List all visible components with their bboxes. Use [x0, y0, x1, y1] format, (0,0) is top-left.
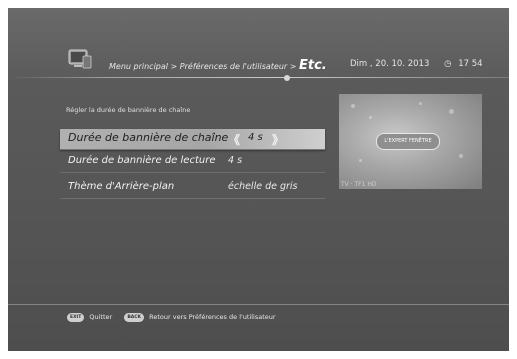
preview-caption: TV · TF1 HD — [341, 181, 377, 188]
setting-label: Durée de bannière de chaîne — [68, 131, 229, 144]
clock-icon: ◷ — [444, 59, 452, 69]
tv-icon — [68, 49, 92, 69]
footer-divider — [8, 304, 509, 305]
date-time: Dim , 20. 10. 2013 ◷ 17 54 — [350, 59, 483, 69]
setting-value: 4 s — [248, 132, 263, 143]
setting-value: 4 s — [228, 155, 243, 166]
header-divider — [8, 77, 509, 78]
setting-row-channel-banner[interactable]: Durée de bannière de chaîne 《 4 s 》 — [60, 129, 325, 150]
time-text: 17 54 — [458, 59, 483, 69]
setting-label: Thème d'Arrière-plan — [68, 181, 175, 192]
chevron-right-icon[interactable]: 》 — [272, 131, 284, 148]
video-preview: L'EXPERT FENÊTRE TV · TF1 HD — [339, 94, 482, 189]
preview-drop — [419, 102, 422, 105]
date-text: Dim , 20. 10. 2013 — [350, 59, 430, 69]
exit-key-icon[interactable]: EXIT — [67, 313, 85, 322]
preview-drop — [449, 109, 454, 114]
tv-screen: Menu principal > Préférences de l'utilis… — [8, 8, 509, 351]
back-key-icon[interactable]: BACK — [124, 313, 145, 322]
footer: EXIT Quitter BACK Retour vers Préférence… — [67, 313, 276, 322]
breadcrumb-path: Menu principal > Préférences de l'utilis… — [109, 62, 297, 71]
back-label: Retour vers Préférences de l'utilisateur — [149, 313, 276, 321]
setting-label: Durée de bannière de lecture — [68, 155, 216, 166]
preview-drop — [459, 154, 463, 158]
breadcrumb-current: Etc. — [299, 58, 327, 73]
preview-drop — [351, 104, 355, 108]
breadcrumb-marker — [284, 75, 290, 81]
section-title: Régler la durée de bannière de chaîne — [66, 106, 191, 114]
breadcrumb: Menu principal > Préférences de l'utilis… — [109, 58, 327, 73]
header: Menu principal > Préférences de l'utilis… — [8, 8, 509, 84]
preview-drop — [369, 116, 372, 119]
preview-drop — [359, 159, 362, 162]
setting-row-playback-banner[interactable]: Durée de bannière de lecture 4 s — [60, 152, 325, 173]
setting-row-background-theme[interactable]: Thème d'Arrière-plan échelle de gris — [60, 178, 325, 199]
channel-logo: L'EXPERT FENÊTRE — [376, 133, 440, 150]
setting-value: échelle de gris — [228, 181, 298, 192]
chevron-left-icon[interactable]: 《 — [228, 131, 240, 148]
exit-label: Quitter — [89, 313, 113, 321]
